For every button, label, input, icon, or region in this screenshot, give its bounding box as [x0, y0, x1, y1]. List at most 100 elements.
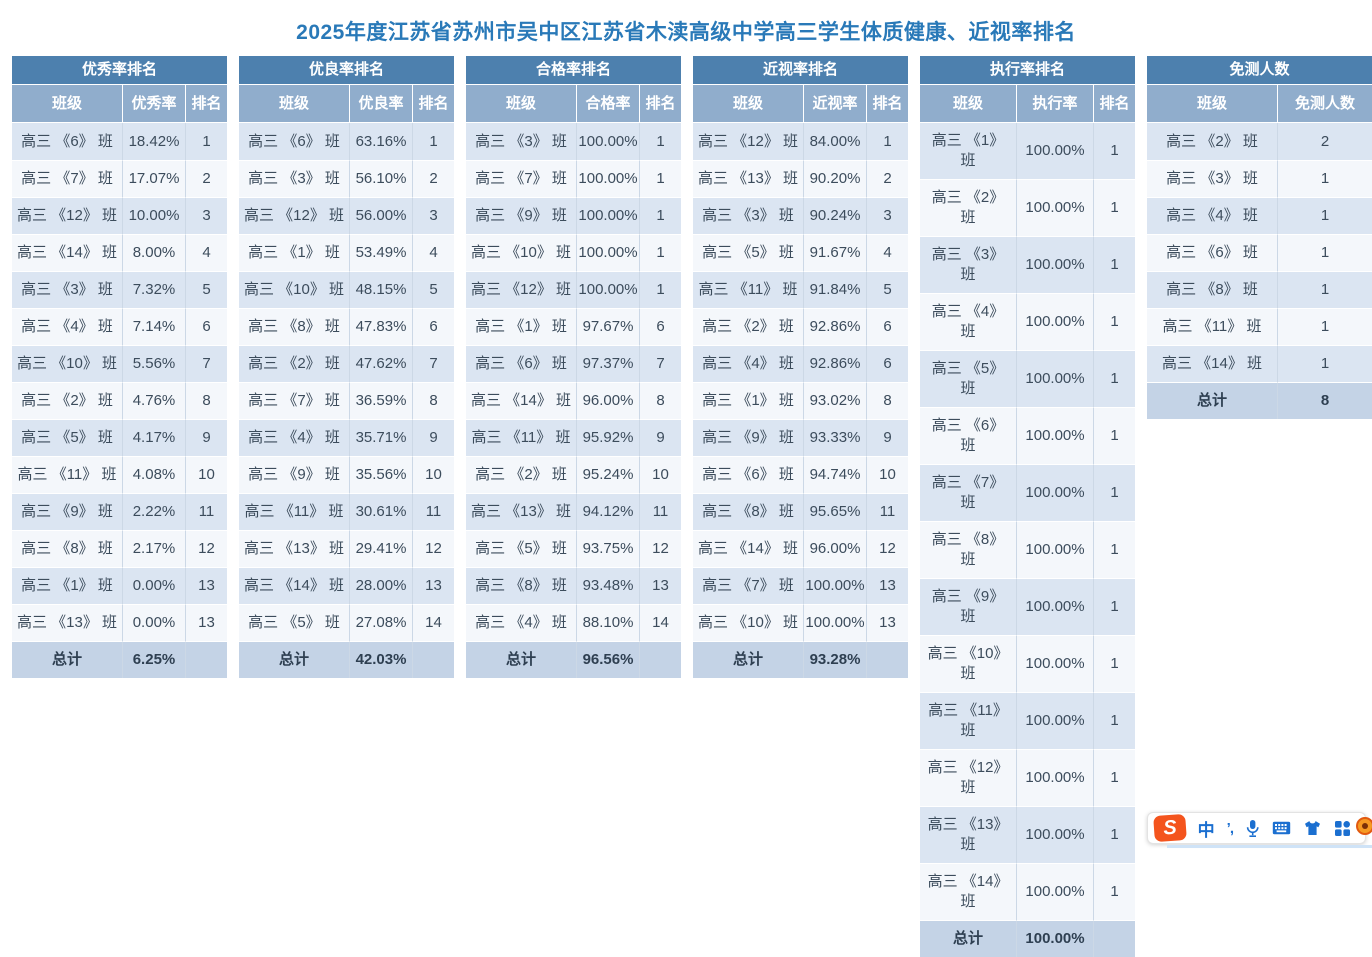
table-body: 高三 《6》 班18.42%1高三 《7》 班17.07%2高三 《12》 班1…: [12, 123, 227, 641]
class-cell: 高三 《10》 班: [12, 345, 122, 382]
total-value: 100.00%: [1016, 920, 1093, 957]
rank-cell: 9: [412, 419, 454, 456]
keyboard-icon[interactable]: [1272, 821, 1291, 835]
microphone-icon[interactable]: [1245, 819, 1260, 838]
rank-cell: 1: [412, 123, 454, 160]
rank-cell: 7: [185, 345, 227, 382]
class-cell: 高三 《14》 班: [693, 530, 803, 567]
rank-cell: 12: [412, 530, 454, 567]
column-header: 合格率: [576, 85, 639, 123]
value-cell: 100.00%: [576, 271, 639, 308]
rank-cell: 8: [866, 382, 908, 419]
table-row: 高三 《3》 班100.00%1: [920, 236, 1135, 293]
table-total-row: 总计100.00%: [920, 920, 1135, 957]
ranking-table-5: 执行率排名班级执行率排名高三 《1》 班100.00%1高三 《2》 班100.…: [920, 56, 1135, 957]
value-cell: 100.00%: [1016, 123, 1093, 179]
table-total-row: 总计93.28%: [693, 641, 908, 678]
rank-cell: 13: [866, 604, 908, 641]
class-cell: 高三 《11》 班: [239, 493, 349, 530]
rank-cell: 14: [639, 604, 681, 641]
value-cell: 95.92%: [576, 419, 639, 456]
rank-cell: 3: [185, 197, 227, 234]
table-row: 高三 《2》 班92.86%6: [693, 308, 908, 345]
table-row: 高三 《11》 班30.61%11: [239, 493, 454, 530]
table-row: 高三 《11》 班4.08%10: [12, 456, 227, 493]
total-value: 93.28%: [803, 641, 866, 678]
value-cell: 100.00%: [576, 123, 639, 160]
table-row: 高三 《10》 班100.00%1: [920, 635, 1135, 692]
total-rank: [1093, 920, 1135, 957]
value-cell: 1: [1277, 160, 1372, 197]
class-cell: 高三 《11》 班: [693, 271, 803, 308]
total-rank: [639, 641, 681, 678]
rank-cell: 7: [639, 345, 681, 382]
class-cell: 高三 《13》 班: [12, 604, 122, 641]
rank-cell: 13: [412, 567, 454, 604]
column-header: 班级: [239, 85, 349, 123]
ime-toolbar[interactable]: S 中 ’,: [1147, 812, 1366, 844]
table-row: 高三 《14》 班96.00%8: [466, 382, 681, 419]
chinese-mode-toggle[interactable]: 中: [1198, 816, 1215, 841]
table-row: 高三 《12》 班56.00%3: [239, 197, 454, 234]
table-row: 高三 《7》 班100.00%13: [693, 567, 908, 604]
total-label: 总计: [693, 641, 803, 678]
sogou-logo-icon[interactable]: S: [1153, 814, 1187, 842]
column-header: 免测人数: [1277, 85, 1372, 123]
table-row: 高三 《8》 班47.83%6: [239, 308, 454, 345]
value-cell: 91.84%: [803, 271, 866, 308]
rank-cell: 13: [866, 567, 908, 604]
table-row: 高三 《3》 班7.32%5: [12, 271, 227, 308]
table-row: 高三 《10》 班5.56%7: [12, 345, 227, 382]
class-cell: 高三 《11》 班: [466, 419, 576, 456]
rank-cell: 2: [412, 160, 454, 197]
skin-icon[interactable]: [1303, 820, 1322, 836]
class-cell: 高三 《8》 班: [1147, 271, 1277, 308]
class-cell: 高三 《8》 班: [466, 567, 576, 604]
value-cell: 0.00%: [122, 567, 185, 604]
value-cell: 100.00%: [1016, 179, 1093, 236]
table-row: 高三 《6》 班100.00%1: [920, 407, 1135, 464]
table-row: 高三 《13》 班94.12%11: [466, 493, 681, 530]
table-header-row: 班级优秀率排名: [12, 85, 227, 123]
class-cell: 高三 《10》 班: [239, 271, 349, 308]
toolbox-icon[interactable]: [1334, 820, 1351, 837]
class-cell: 高三 《10》 班: [920, 635, 1016, 692]
value-cell: 100.00%: [1016, 464, 1093, 521]
total-value: 8: [1277, 382, 1372, 419]
total-label: 总计: [466, 641, 576, 678]
rank-cell: 8: [639, 382, 681, 419]
rank-cell: 11: [412, 493, 454, 530]
table-row: 高三 《8》 班2.17%12: [12, 530, 227, 567]
rank-cell: 4: [185, 234, 227, 271]
column-header: 班级: [1147, 85, 1277, 123]
rank-cell: 12: [866, 530, 908, 567]
class-cell: 高三 《9》 班: [239, 456, 349, 493]
rank-cell: 1: [639, 197, 681, 234]
value-cell: 100.00%: [1016, 236, 1093, 293]
class-cell: 高三 《3》 班: [239, 160, 349, 197]
class-cell: 高三 《3》 班: [920, 236, 1016, 293]
rank-cell: 10: [639, 456, 681, 493]
partial-badge-icon[interactable]: [1356, 817, 1372, 835]
value-cell: 53.49%: [349, 234, 412, 271]
value-cell: 95.24%: [576, 456, 639, 493]
table-row: 高三 《9》 班93.33%9: [693, 419, 908, 456]
column-header: 排名: [866, 85, 908, 123]
table-row: 高三 《3》 班90.24%3: [693, 197, 908, 234]
value-cell: 1: [1277, 271, 1372, 308]
table-body: 高三 《3》 班100.00%1高三 《7》 班100.00%1高三 《9》 班…: [466, 123, 681, 641]
table-row: 高三 《5》 班4.17%9: [12, 419, 227, 456]
value-cell: 1: [1277, 345, 1372, 382]
table-row: 高三 《7》 班100.00%1: [920, 464, 1135, 521]
total-label: 总计: [1147, 382, 1277, 419]
ranking-table-2: 优良率排名班级优良率排名高三 《6》 班63.16%1高三 《3》 班56.10…: [239, 56, 454, 678]
rank-cell: 1: [1093, 407, 1135, 464]
value-cell: 100.00%: [1016, 293, 1093, 350]
punctuation-mode-toggle[interactable]: ’,: [1227, 820, 1233, 837]
value-cell: 90.20%: [803, 160, 866, 197]
class-cell: 高三 《2》 班: [920, 179, 1016, 236]
table-row: 高三 《2》 班47.62%7: [239, 345, 454, 382]
rank-cell: 1: [1093, 863, 1135, 920]
rank-cell: 1: [1093, 179, 1135, 236]
rank-cell: 5: [185, 271, 227, 308]
